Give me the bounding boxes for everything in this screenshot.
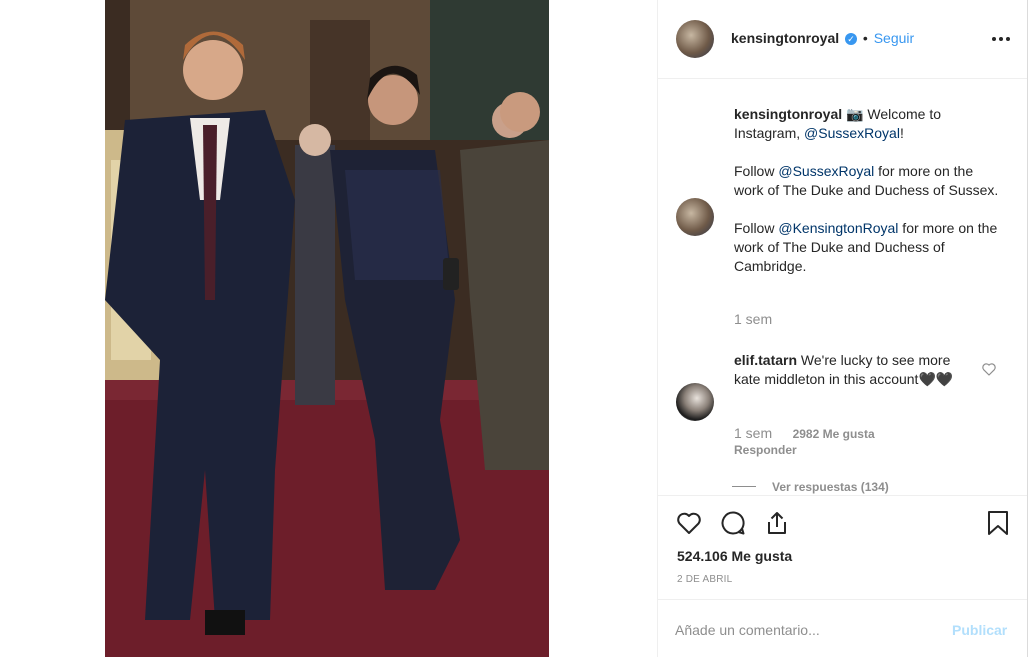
commenter-username[interactable]: elif.tatarn xyxy=(734,352,797,368)
share-button[interactable] xyxy=(763,509,791,537)
author-avatar[interactable] xyxy=(676,20,714,58)
caption-avatar[interactable] xyxy=(676,198,714,236)
bookmark-icon xyxy=(988,511,1008,535)
mention-sussexroyal-1[interactable]: @SussexRoyal xyxy=(804,125,900,141)
post-actions: 524.106 Me gusta 2 DE ABRIL xyxy=(658,495,1027,600)
mention-sussexroyal-2[interactable]: @SussexRoyal xyxy=(778,163,874,179)
likes-count[interactable]: 524.106 Me gusta xyxy=(677,548,792,564)
post-header: kensingtonroyal ✓ • Seguir xyxy=(658,0,1027,79)
post-date[interactable]: 2 DE ABRIL xyxy=(677,574,732,585)
comment-button[interactable] xyxy=(719,509,747,537)
comment-timestamp[interactable]: 1 sem xyxy=(734,425,772,441)
commenter-avatar[interactable] xyxy=(676,383,714,421)
caption-line1-end: ! xyxy=(899,125,904,141)
camera-emoji-icon: 📷 xyxy=(846,106,864,122)
mention-kensingtonroyal[interactable]: @KensingtonRoyal xyxy=(778,220,898,236)
caption-timestamp[interactable]: 1 sem xyxy=(734,311,772,327)
caption-para2-prefix: Follow xyxy=(734,163,779,179)
publish-button[interactable]: Publicar xyxy=(952,622,1007,638)
post-photo[interactable] xyxy=(105,0,549,657)
add-comment-bar: Publicar xyxy=(658,599,1027,658)
caption-username[interactable]: kensingtonroyal xyxy=(734,106,842,122)
view-replies-button[interactable]: Ver respuestas (134) xyxy=(772,480,889,494)
comments-list[interactable]: kensingtonroyal 📷 Welcome to Instagram, … xyxy=(658,79,1027,495)
replies-divider xyxy=(732,486,756,488)
caption-body: kensingtonroyal 📷 Welcome to Instagram, … xyxy=(734,105,1004,276)
comment-likes-count[interactable]: 2982 Me gusta xyxy=(793,427,875,441)
like-button[interactable] xyxy=(675,509,703,537)
comment-input[interactable] xyxy=(675,619,935,641)
follow-button[interactable]: Seguir xyxy=(874,30,914,46)
more-options-button[interactable] xyxy=(989,27,1013,51)
ellipsis-icon xyxy=(992,37,1010,41)
comment-bubble-icon xyxy=(721,511,745,535)
author-username[interactable]: kensingtonroyal xyxy=(731,30,839,46)
comment-body: elif.tatarn We're lucky to see more kate… xyxy=(734,351,979,389)
post-media-area xyxy=(0,0,657,657)
photo-illustration xyxy=(105,0,549,657)
follow-separator: • xyxy=(862,30,868,46)
save-button[interactable] xyxy=(984,509,1012,537)
heart-outline-icon xyxy=(982,363,996,376)
verified-badge-icon: ✓ xyxy=(845,33,858,46)
share-upload-icon xyxy=(768,512,786,534)
comment-reply-button[interactable]: Responder xyxy=(734,443,797,457)
post-side-panel: kensingtonroyal ✓ • Seguir kensingtonroy… xyxy=(657,0,1028,657)
heart-icon xyxy=(677,512,701,534)
caption-para3-prefix: Follow xyxy=(734,220,779,236)
comment-like-button[interactable] xyxy=(981,361,997,377)
